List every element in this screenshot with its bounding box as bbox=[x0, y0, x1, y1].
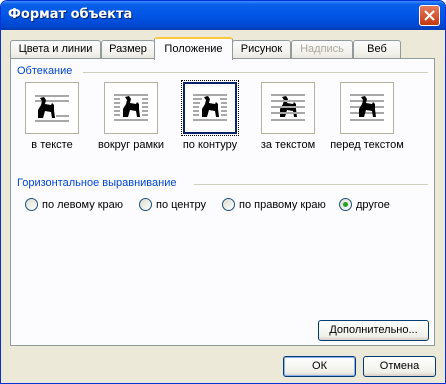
format-object-dialog: Формат объекта Цвета и линии Размер Поло… bbox=[0, 0, 446, 384]
wrap-option-square[interactable]: вокруг рамки bbox=[86, 82, 176, 151]
wrap-option-tight[interactable]: по контуру bbox=[165, 80, 255, 151]
align-other-label: другое bbox=[356, 198, 390, 211]
wrapping-group-divider bbox=[83, 72, 428, 73]
inline-with-text-icon bbox=[35, 95, 69, 122]
cancel-button[interactable]: Отмена bbox=[363, 356, 436, 377]
wrap-option-behind[interactable]: за текстом bbox=[243, 82, 333, 151]
tab-colors-and-lines[interactable]: Цвета и линии bbox=[10, 40, 101, 59]
align-left-label: по левому краю bbox=[42, 198, 124, 211]
tab-text-box: Надпись bbox=[291, 40, 353, 59]
wrap-preview-square bbox=[104, 82, 158, 134]
align-left-radio[interactable]: по левому краю bbox=[25, 198, 123, 211]
tab-size[interactable]: Размер bbox=[101, 40, 155, 59]
wrap-label-square: вокруг рамки bbox=[98, 139, 164, 151]
tab-web[interactable]: Веб bbox=[353, 40, 401, 59]
tab-position[interactable]: Положение bbox=[154, 37, 233, 60]
radio-circle bbox=[139, 198, 152, 211]
wrap-label-in-front: перед текстом bbox=[330, 139, 404, 151]
align-center-radio[interactable]: по центру bbox=[139, 198, 206, 211]
tab-picture[interactable]: Рисунок bbox=[232, 40, 291, 59]
wrap-label-inline: в тексте bbox=[31, 139, 73, 151]
align-center-label: по центру bbox=[156, 198, 207, 211]
behind-text-icon bbox=[271, 94, 305, 121]
align-right-label: по правому краю bbox=[239, 198, 326, 211]
position-tab-panel: Обтекание в тексте вокруг рамки по конту… bbox=[10, 58, 435, 346]
wrap-label-behind: за текстом bbox=[260, 139, 316, 151]
horizontal-alignment-options: по левому краю по центру по правому краю… bbox=[11, 198, 436, 214]
wrapping-group-label: Обтекание bbox=[17, 65, 73, 77]
square-wrap-icon bbox=[114, 94, 148, 121]
wrap-option-in-front[interactable]: перед текстом bbox=[322, 82, 412, 151]
horizontal-alignment-group-divider bbox=[194, 184, 428, 185]
wrap-preview-tight bbox=[181, 80, 239, 136]
wrap-preview-inline bbox=[25, 82, 79, 134]
advanced-button[interactable]: Дополнительно... bbox=[318, 320, 429, 341]
align-right-radio[interactable]: по правому краю bbox=[222, 198, 326, 211]
ok-button[interactable]: ОК bbox=[283, 356, 356, 377]
radio-circle bbox=[222, 198, 235, 211]
wrap-preview-behind bbox=[261, 82, 315, 134]
horizontal-alignment-group-label: Горизонтальное выравнивание bbox=[17, 177, 177, 189]
wrap-preview-in-front bbox=[340, 82, 394, 134]
title-bar[interactable]: Формат объекта bbox=[1, 1, 445, 30]
in-front-of-text-icon bbox=[350, 94, 384, 121]
close-icon bbox=[424, 10, 435, 21]
wrap-label-tight: по контуру bbox=[182, 139, 238, 151]
close-button[interactable] bbox=[419, 5, 440, 26]
window-title: Формат объекта bbox=[8, 7, 133, 22]
tight-wrap-icon bbox=[193, 94, 227, 121]
wrap-option-inline[interactable]: в тексте bbox=[7, 82, 97, 151]
radio-circle bbox=[25, 198, 38, 211]
radio-circle-checked bbox=[339, 198, 352, 211]
align-other-radio[interactable]: другое bbox=[339, 198, 390, 211]
